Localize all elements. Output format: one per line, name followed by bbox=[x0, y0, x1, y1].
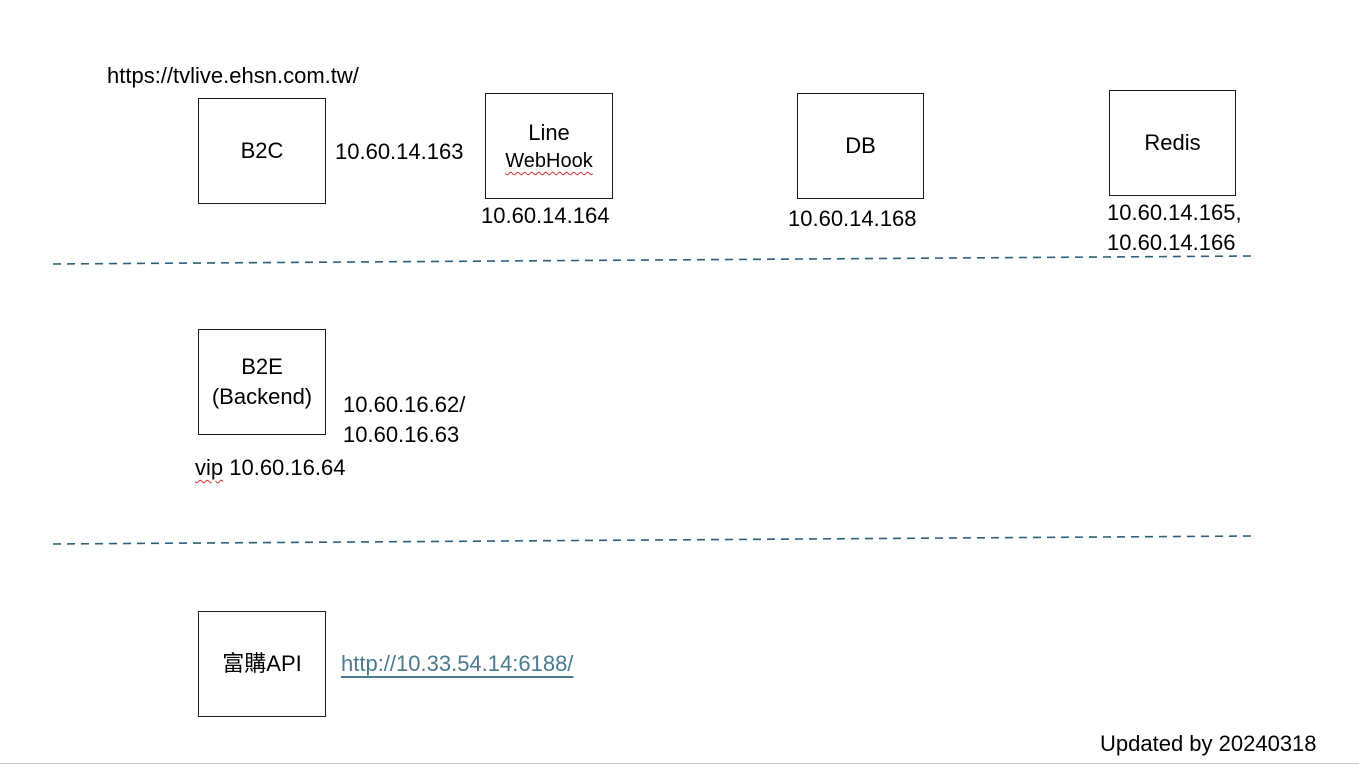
redis-box: Redis bbox=[1109, 90, 1236, 196]
vip-label: vip 10.60.16.64 bbox=[195, 453, 345, 483]
b2c-box: B2C bbox=[198, 98, 326, 204]
b2e-ip-label-line2: 10.60.16.63 bbox=[343, 422, 460, 447]
separator-line-top bbox=[52, 255, 1253, 265]
b2c-ip-label: 10.60.14.163 bbox=[335, 139, 464, 164]
redis-ip-label-line1: 10.60.14.165, bbox=[1107, 200, 1242, 225]
line-webhook-label-line1: Line bbox=[528, 120, 570, 145]
bottom-rule bbox=[0, 763, 1359, 764]
b2c-label: B2C bbox=[240, 138, 284, 163]
vip-prefix: vip bbox=[195, 455, 224, 480]
vip-address: 10.60.16.64 bbox=[223, 455, 346, 480]
diagram-canvas: https://tvlive.ehsn.com.tw/ B2C 10.60.14… bbox=[0, 0, 1359, 765]
b2e-ip-label-line1: 10.60.16.62/ bbox=[343, 392, 466, 417]
line-webhook-label-line2: WebHook bbox=[505, 150, 593, 172]
fugou-api-box: 富購API bbox=[198, 611, 326, 717]
db-box: DB bbox=[797, 93, 924, 199]
db-ip-label: 10.60.14.168 bbox=[788, 206, 917, 231]
b2e-label-line1: B2E bbox=[241, 354, 283, 379]
fugou-api-label: 富購API bbox=[222, 651, 302, 676]
b2e-backend-box: B2E (Backend) bbox=[198, 329, 326, 435]
db-label: DB bbox=[845, 133, 876, 158]
updated-by-label: Updated by 20240318 bbox=[1100, 731, 1317, 756]
line-webhook-box: Line WebHook bbox=[485, 93, 613, 199]
redis-ip-label-line2: 10.60.14.166 bbox=[1107, 230, 1236, 255]
separator-line-bottom bbox=[52, 535, 1253, 545]
line-webhook-ip-label: 10.60.14.164 bbox=[481, 203, 610, 228]
site-url-label: https://tvlive.ehsn.com.tw/ bbox=[107, 63, 359, 88]
b2e-label-line2: (Backend) bbox=[211, 384, 313, 409]
fugou-api-url-link[interactable]: http://10.33.54.14:6188/ bbox=[341, 649, 573, 679]
redis-label: Redis bbox=[1144, 130, 1201, 155]
